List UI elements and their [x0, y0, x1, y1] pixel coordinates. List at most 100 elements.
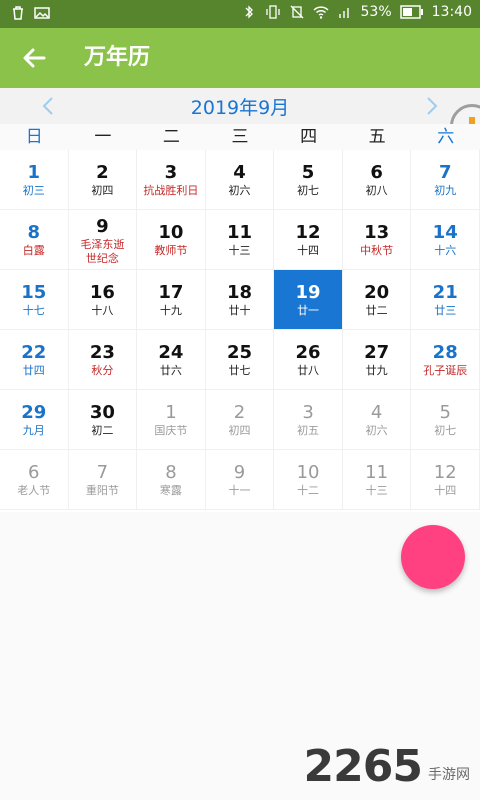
day-number: 10: [296, 462, 320, 483]
day-cell[interactable]: 10 教师节: [137, 210, 206, 270]
day-lunar: 初五: [297, 424, 320, 437]
day-number: 20: [364, 282, 390, 303]
day-cell-next-month[interactable]: 6 老人节: [0, 450, 69, 510]
day-number: 8: [165, 462, 177, 483]
day-lunar: 中秋节: [360, 244, 394, 257]
day-number: 23: [89, 342, 115, 363]
day-cell[interactable]: 21 廿三: [411, 270, 480, 330]
day-cell[interactable]: 26 廿八: [274, 330, 343, 390]
day-cell[interactable]: 13 中秋节: [342, 210, 412, 270]
signal-icon: [338, 8, 349, 18]
day-cell[interactable]: 15 十七: [0, 270, 69, 330]
day-cell-next-month[interactable]: 9 十一: [205, 450, 275, 510]
arrow-left-icon[interactable]: [18, 42, 50, 74]
day-number: 9: [96, 216, 109, 237]
image-icon: [34, 7, 50, 19]
day-cell-next-month[interactable]: 8 寒露: [137, 450, 206, 510]
day-lunar: 廿二: [365, 304, 388, 317]
day-cell[interactable]: 6 初八: [342, 150, 412, 210]
day-lunar: 九月: [22, 424, 45, 437]
day-number: 26: [295, 342, 321, 363]
day-lunar: 初六: [228, 184, 251, 197]
day-number: 29: [21, 402, 47, 423]
day-cell-next-month[interactable]: 5 初七: [411, 390, 480, 450]
day-cell[interactable]: 5 初七: [274, 150, 343, 210]
day-number: 24: [158, 342, 184, 363]
day-number: 2: [233, 402, 246, 423]
day-lunar: 廿九: [365, 364, 388, 377]
day-cell[interactable]: 23 秋分: [68, 330, 138, 390]
day-cell-next-month[interactable]: 1 国庆节: [137, 390, 206, 450]
day-cell[interactable]: 9 毛泽东逝世纪念: [68, 210, 138, 270]
day-cell[interactable]: 8 白露: [0, 210, 69, 270]
day-cell[interactable]: 12 十四: [274, 210, 343, 270]
day-lunar: 寒露: [159, 484, 182, 497]
day-number: 18: [226, 282, 253, 303]
day-number: 13: [364, 222, 390, 243]
day-cell[interactable]: 18 廿十: [205, 270, 275, 330]
day-number: 10: [158, 222, 184, 243]
day-number: 6: [370, 162, 383, 183]
day-cell[interactable]: 3 抗战胜利日: [137, 150, 206, 210]
day-cell[interactable]: 2 初四: [68, 150, 138, 210]
day-lunar: 国庆节: [154, 424, 188, 437]
day-lunar: 廿三: [434, 304, 457, 317]
day-number: 15: [21, 282, 47, 303]
day-lunar: 孔子诞辰: [423, 364, 468, 377]
status-bar: 53% 13:40: [0, 0, 480, 28]
day-number: 3: [164, 162, 178, 183]
day-cell-next-month[interactable]: 4 初六: [342, 390, 412, 450]
month-title[interactable]: 2019年9月: [0, 93, 480, 120]
day-lunar: 十四: [297, 244, 320, 257]
battery-percent: 53%: [360, 4, 392, 20]
day-number: 1: [27, 162, 41, 183]
weekday-label: 日: [25, 127, 43, 147]
day-cell-next-month[interactable]: 3 初五: [274, 390, 343, 450]
day-number: 16: [89, 282, 115, 303]
day-cell[interactable]: 14 十六: [411, 210, 480, 270]
day-cell[interactable]: 28 孔子诞辰: [411, 330, 480, 390]
day-cell[interactable]: 22 廿四: [0, 330, 69, 390]
day-cell[interactable]: 20 廿二: [342, 270, 412, 330]
day-cell[interactable]: 1 初三: [0, 150, 69, 210]
day-number: 2: [96, 162, 109, 183]
day-number: 1: [165, 402, 177, 423]
day-cell-next-month[interactable]: 11 十三: [342, 450, 412, 510]
day-cell[interactable]: 4 初六: [205, 150, 275, 210]
day-cell-selected[interactable]: 19 廿一: [274, 270, 343, 330]
weekday-label: 六: [437, 127, 455, 147]
day-cell[interactable]: 25 廿七: [205, 330, 275, 390]
watermark-number: 2265: [303, 741, 423, 792]
day-number: 8: [27, 222, 41, 243]
day-cell[interactable]: 7 初九: [411, 150, 480, 210]
day-lunar: 廿一: [297, 304, 320, 317]
day-lunar: 初九: [434, 184, 457, 197]
mute-icon: [290, 5, 303, 19]
chevron-right-icon[interactable]: [422, 94, 442, 118]
day-cell[interactable]: 27 廿九: [342, 330, 412, 390]
day-cell[interactable]: 17 十九: [137, 270, 206, 330]
calendar-grid: 1 初三 2 初四 3 抗战胜利日 4 初六 5 初七 6 初八 7 初九 8 白露 9 毛泽东逝…: [0, 150, 480, 512]
day-number: 12: [295, 222, 321, 243]
day-cell[interactable]: 29 九月: [0, 390, 69, 450]
day-cell-next-month[interactable]: 10 十二: [274, 450, 343, 510]
day-cell-next-month[interactable]: 12 十四: [411, 450, 480, 510]
day-lunar: 十七: [22, 304, 45, 317]
weekday-label: 四: [300, 127, 318, 147]
day-lunar: 廿四: [22, 364, 45, 377]
day-cell[interactable]: 30 初二: [68, 390, 138, 450]
day-lunar: 初四: [91, 184, 114, 197]
day-lunar: 教师节: [154, 244, 188, 257]
day-lunar: 初七: [434, 424, 457, 437]
day-cell-next-month[interactable]: 2 初四: [205, 390, 275, 450]
day-number: 27: [364, 342, 390, 363]
day-number: 17: [158, 282, 184, 303]
day-cell[interactable]: 24 廿六: [137, 330, 206, 390]
day-number: 12: [433, 462, 457, 483]
fab-button[interactable]: [401, 525, 465, 589]
day-cell-next-month[interactable]: 7 重阳节: [68, 450, 138, 510]
day-number: 7: [438, 162, 452, 183]
day-cell[interactable]: 11 十三: [205, 210, 275, 270]
day-cell[interactable]: 16 十八: [68, 270, 138, 330]
watermark-text: 手游网: [428, 767, 470, 783]
